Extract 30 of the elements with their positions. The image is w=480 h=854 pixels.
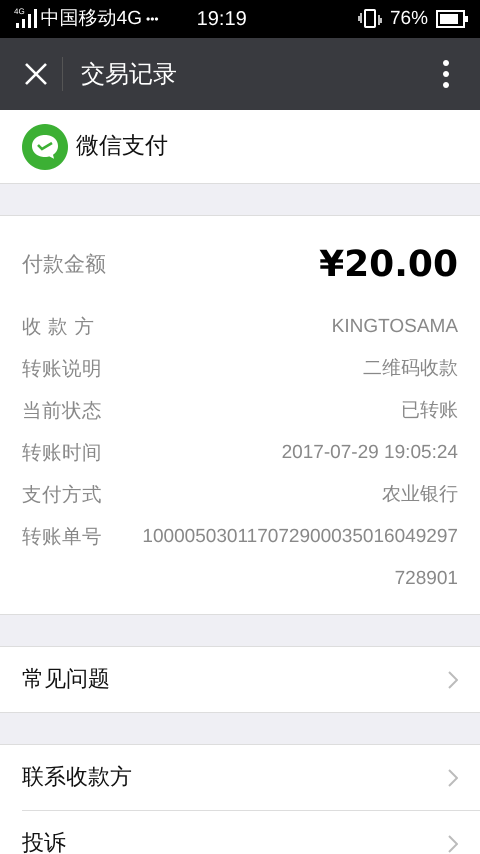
page-title: 交易记录	[81, 59, 177, 90]
detail-label: 转账说明	[22, 356, 103, 382]
chevron-icon	[448, 670, 458, 688]
chevron-icon	[448, 768, 458, 786]
battery-icon	[436, 10, 468, 28]
chevron-icon	[448, 834, 458, 852]
detail-label: 当前状态	[22, 398, 103, 424]
detail-label: 支付方式	[22, 482, 103, 508]
detail-label: 付款金额	[22, 251, 107, 278]
detail-label: 收 款 方	[22, 314, 96, 340]
detail-value: 2017-07-29 19:05:24	[280, 440, 458, 465]
signal-icon	[14, 8, 40, 30]
battery-percent: 76%	[390, 6, 428, 31]
detail-value: 已转账	[400, 398, 458, 423]
wechat-pay-logo	[22, 124, 68, 170]
detail-value: 农业银行	[381, 482, 458, 507]
network-type-label: 4G	[14, 6, 25, 18]
detail-label: 转账单号	[22, 524, 103, 550]
detail-value: 100005030117072900035016049297728901	[141, 525, 458, 591]
carrier-name: 中国移动4G	[40, 6, 142, 31]
detail-value: KINGTOSAMA	[330, 314, 458, 339]
vibrate-icon	[358, 8, 382, 30]
more-button[interactable]	[442, 59, 450, 89]
close-button[interactable]	[24, 62, 48, 86]
detail-label: 转账时间	[22, 440, 103, 466]
brand-name: 微信支付	[76, 132, 168, 162]
payment-amount: ¥20.00	[318, 243, 458, 287]
more-indicator: •••	[146, 11, 159, 28]
status-time: 19:19	[196, 7, 247, 32]
detail-value: 二维码收款	[362, 356, 458, 381]
